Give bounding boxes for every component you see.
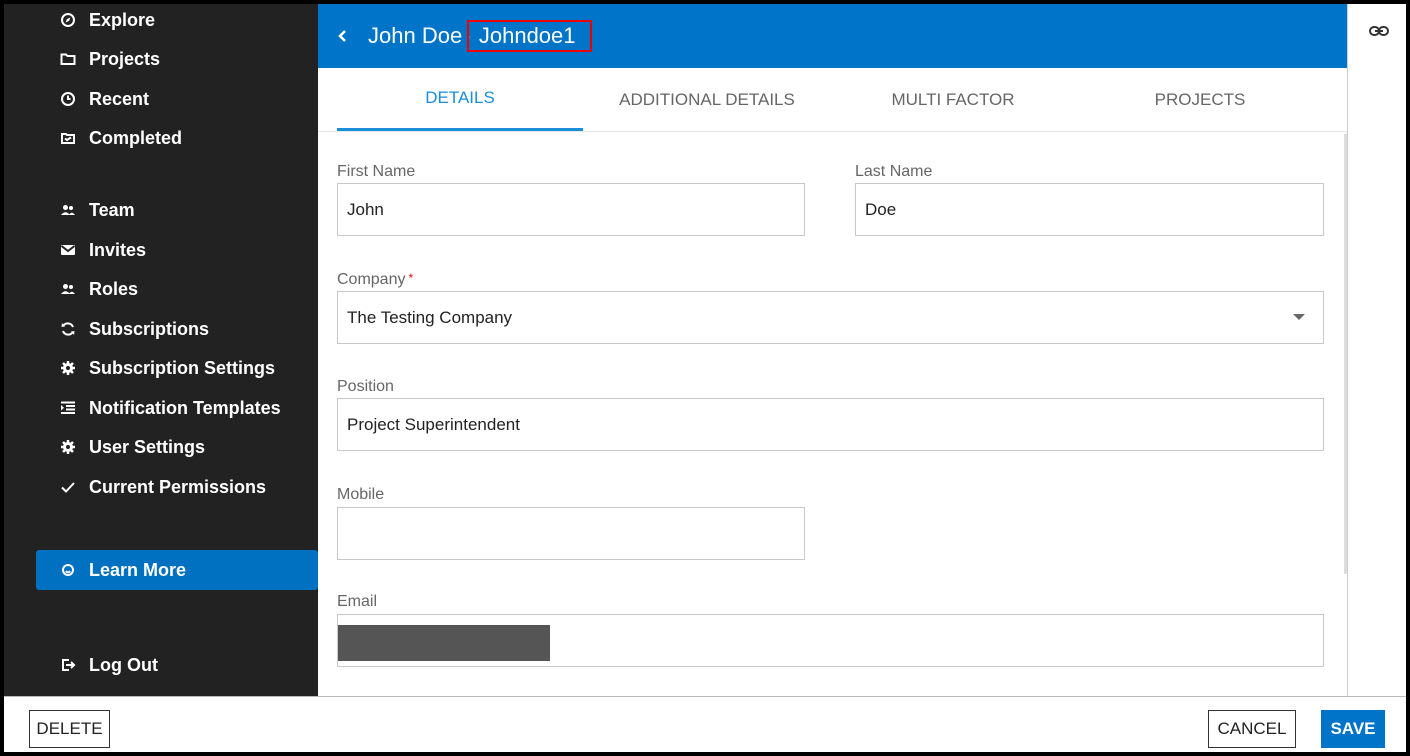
footer-bar: DELETE CANCEL SAVE [4,696,1406,752]
sidebar-item-label: Notification Templates [89,397,281,418]
user-full-name: John Doe [368,23,463,48]
email-label: Email [337,593,378,610]
sidebar-item-label: Subscription Settings [89,357,276,378]
clock-icon [58,89,78,109]
sidebar-item-notification-templates[interactable]: Notification Templates [36,388,318,428]
sidebar-item-label: Recent [89,88,150,109]
check-icon [58,477,78,497]
position-field[interactable]: Project Superintendent [337,398,1324,451]
sidebar-item-label: Current Permissions [89,476,267,497]
sidebar-item-label: Learn More [89,559,187,580]
sidebar-item-completed[interactable]: Completed [36,118,318,158]
people-icon [58,200,78,220]
cancel-button[interactable]: CANCEL [1208,710,1296,748]
sidebar-item-current-permissions[interactable]: Current Permissions [36,467,318,507]
sidebar-item-log-out[interactable]: Log Out [36,645,318,685]
right-rail [1347,4,1406,696]
sidebar-item-label: Roles [89,278,139,299]
sidebar-item-label: User Settings [89,436,206,457]
mobile-field[interactable] [337,507,805,560]
archive-icon [58,128,78,148]
sidebar-item-label: Explore [89,9,156,30]
sidebar-item-label: Projects [89,48,161,69]
envelope-icon [58,240,78,260]
email-field[interactable] [337,614,1324,667]
last-name-label: Last Name [855,163,933,180]
first-name-field[interactable]: John [337,183,805,236]
sidebar-item-learn-more[interactable]: Learn More [36,550,318,590]
tab-multi-factor[interactable]: MULTI FACTOR [830,68,1076,131]
first-name-label: First Name [337,163,416,180]
link-icon[interactable] [1368,20,1390,42]
compass-icon [58,10,78,30]
page-header: John Doe · Johndoe1 [318,4,1347,68]
people-icon [58,279,78,299]
company-select[interactable]: The Testing Company [337,291,1324,344]
last-name-field[interactable]: Doe [855,183,1324,236]
sidebar-item-label: Log Out [89,654,158,675]
sidebar-item-label: Team [89,199,135,220]
sidebar-item-label: Subscriptions [89,318,210,339]
mobile-label: Mobile [337,486,385,503]
app-window: Explore Projects Recent Completed Team I… [0,0,1410,756]
username-highlighted: Johndoe1 [466,20,592,52]
back-button[interactable] [332,25,354,47]
scrollbar[interactable] [1344,134,1347,574]
sidebar-item-team[interactable]: Team [36,190,318,230]
gear-icon [58,437,78,457]
tab-bar: DETAILS ADDITIONAL DETAILS MULTI FACTOR … [318,68,1347,132]
position-label: Position [337,378,394,395]
sidebar-item-label: Completed [89,127,183,148]
gear-icon [58,358,78,378]
required-marker: * [408,271,414,285]
save-button[interactable]: SAVE [1321,710,1385,748]
user-details-form: First Name John Last Name Doe Company * T… [318,132,1347,696]
company-selected-value: The Testing Company [347,307,513,327]
refresh-icon [58,319,78,339]
redacted-block [338,625,550,661]
company-label-text: Company [337,271,406,288]
delete-button[interactable]: DELETE [29,710,110,748]
template-icon [58,398,78,418]
tab-projects[interactable]: PROJECTS [1077,68,1323,131]
folder-icon [58,49,78,69]
company-label: Company * [337,271,413,289]
tab-additional-details[interactable]: ADDITIONAL DETAILS [584,68,830,131]
chevron-left-icon [338,30,346,42]
logout-icon [58,655,78,675]
sidebar: Explore Projects Recent Completed Team I… [4,4,318,696]
sidebar-item-roles[interactable]: Roles [36,269,318,309]
sidebar-item-subscriptions[interactable]: Subscriptions [36,309,318,349]
tab-details[interactable]: DETAILS [337,68,583,131]
sidebar-item-explore[interactable]: Explore [36,4,318,40]
sidebar-item-projects[interactable]: Projects [36,39,318,79]
smile-icon [58,560,78,580]
sidebar-item-user-settings[interactable]: User Settings [36,427,318,467]
dropdown-arrow-icon [1293,314,1305,320]
sidebar-item-subscription-settings[interactable]: Subscription Settings [36,348,318,388]
sidebar-item-invites[interactable]: Invites [36,230,318,270]
sidebar-item-label: Invites [89,239,147,260]
sidebar-item-recent[interactable]: Recent [36,79,318,119]
